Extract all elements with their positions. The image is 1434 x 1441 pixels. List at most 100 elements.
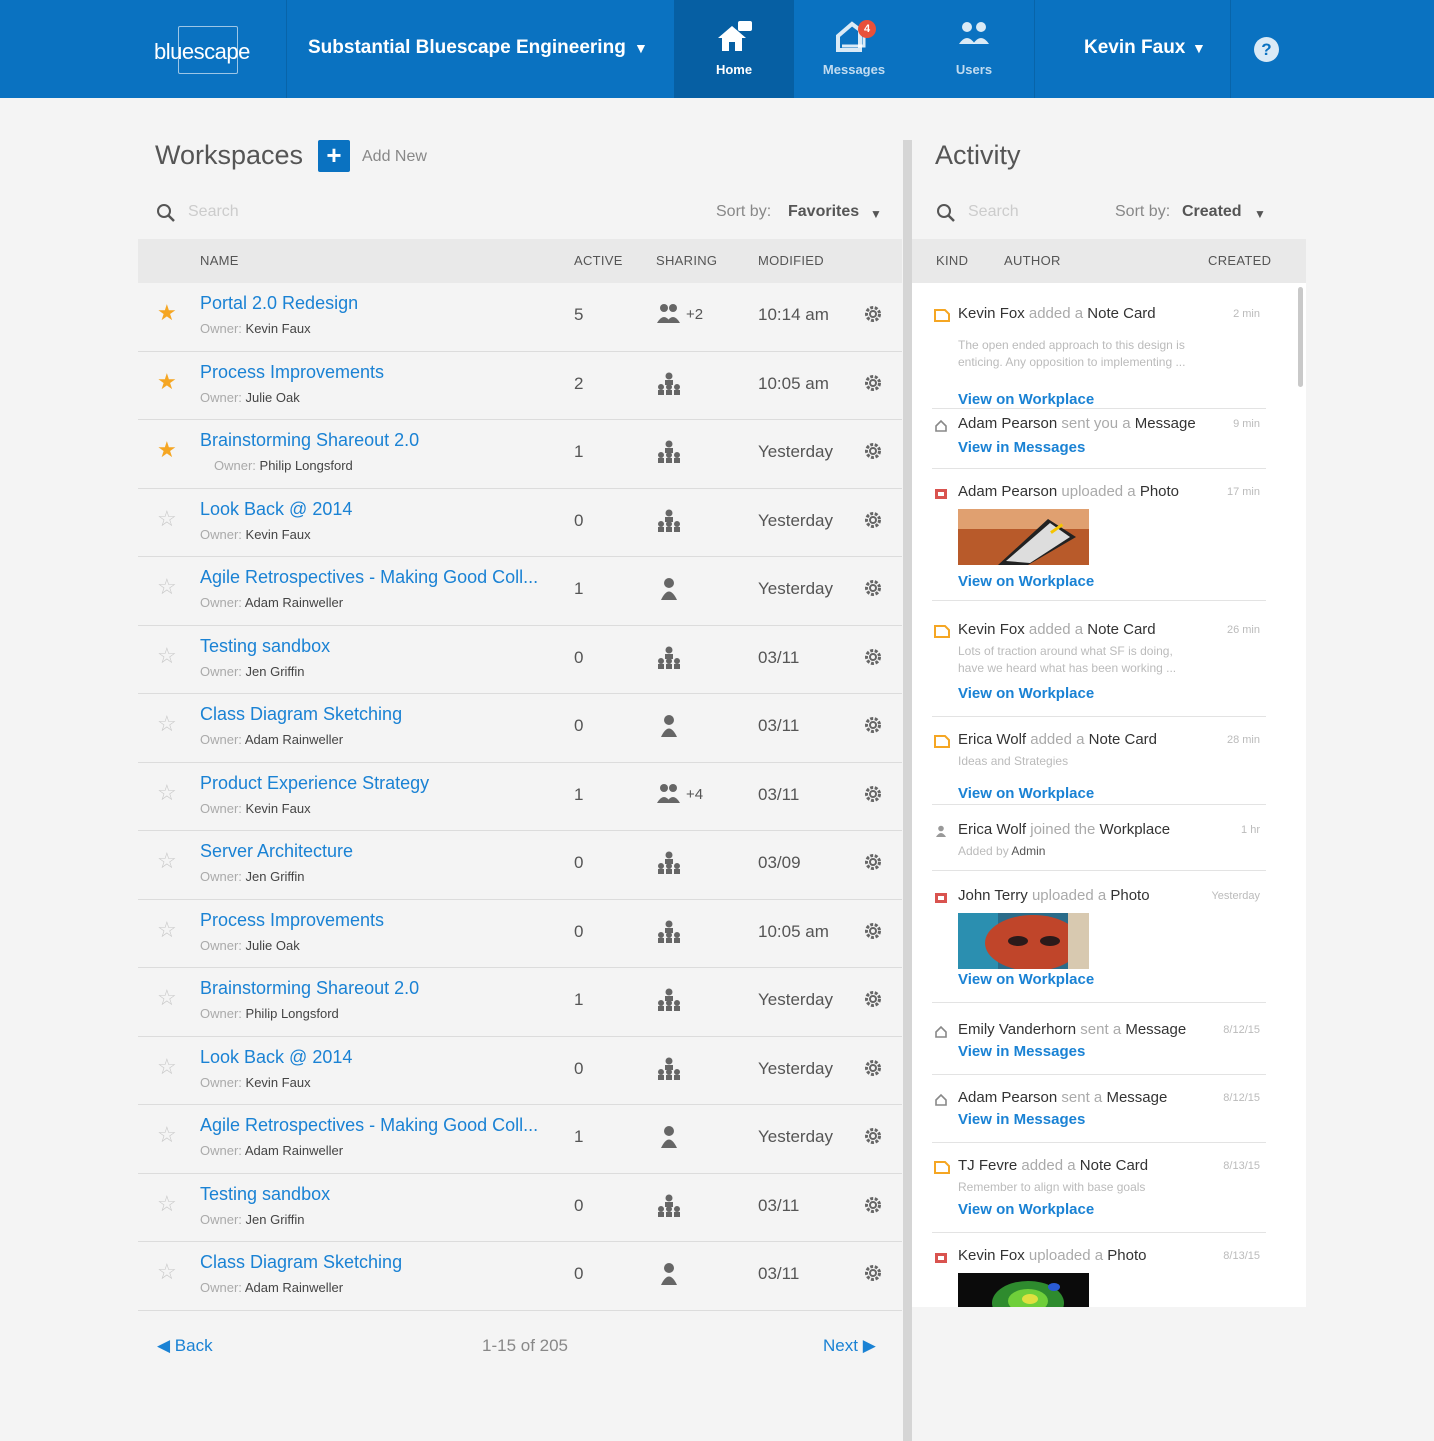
activity-author[interactable]: John Terry — [958, 887, 1028, 904]
workspace-name-link[interactable]: Product Experience Strategy — [200, 773, 429, 794]
workspace-row[interactable]: ☆ Class Diagram Sketching Owner: Adam Rain… — [138, 694, 902, 763]
column-modified[interactable]: MODIFIED — [758, 253, 824, 268]
column-created[interactable]: CREATED — [1208, 253, 1271, 268]
workspace-row[interactable]: ★ Brainstorming Shareout 2.0 Owner: Philip… — [138, 420, 902, 489]
bluescape-logo[interactable]: bluescape — [150, 26, 270, 74]
workspace-row[interactable]: ☆ Product Experience Strategy Owner: Kevin… — [138, 763, 902, 831]
chevron-down-icon[interactable]: ▼ — [1254, 207, 1266, 221]
workspace-name-link[interactable]: Brainstorming Shareout 2.0 — [200, 430, 419, 451]
workspace-name-link[interactable]: Agile Retrospectives - Making Good Coll.… — [200, 1115, 538, 1136]
activity-view-link[interactable]: View in Messages — [958, 1111, 1085, 1128]
sharing-org-icon[interactable] — [656, 851, 726, 875]
activity-author[interactable]: Adam Pearson — [958, 415, 1057, 432]
workspace-row[interactable]: ☆ Class Diagram Sketching Owner: Adam Rain… — [138, 1242, 902, 1311]
column-name[interactable]: NAME — [200, 253, 239, 268]
activity-view-link[interactable]: View on Workplace — [958, 391, 1094, 408]
gear-icon[interactable] — [864, 374, 882, 392]
user-menu[interactable]: Kevin Faux — [1084, 37, 1185, 59]
activity-scrollbar[interactable] — [1298, 287, 1303, 387]
sort-dropdown[interactable]: Favorites — [788, 203, 859, 221]
activity-author[interactable]: Kevin Fox — [958, 305, 1025, 322]
activity-item[interactable]: Emily Vanderhorn sent a Message 8/12/15 Vi… — [932, 1021, 1266, 1075]
gear-icon[interactable] — [864, 1127, 882, 1145]
workspace-name-link[interactable]: Look Back @ 2014 — [200, 1047, 352, 1068]
star-outline-icon[interactable]: ☆ — [157, 575, 177, 599]
workspace-row[interactable]: ☆ Testing sandbox Owner: Jen Griffin 0 03/11 — [138, 1174, 902, 1242]
activity-sort-dropdown[interactable]: Created — [1182, 203, 1242, 221]
workspace-name-link[interactable]: Agile Retrospectives - Making Good Coll.… — [200, 567, 538, 588]
star-filled-icon[interactable]: ★ — [157, 369, 177, 394]
workspace-name-link[interactable]: Server Architecture — [200, 841, 353, 862]
sharing-org-icon[interactable] — [656, 988, 726, 1012]
workspace-row[interactable]: ☆ Agile Retrospectives - Making Good Coll… — [138, 557, 902, 626]
workspace-row[interactable]: ☆ Brainstorming Shareout 2.0 Owner: Philip… — [138, 968, 902, 1037]
activity-item[interactable]: Kevin Fox uploaded a Photo 8/13/15 — [932, 1247, 1266, 1307]
org-selector[interactable]: Substantial Bluescape Engineering — [308, 37, 626, 59]
workspace-name-link[interactable]: Testing sandbox — [200, 636, 330, 657]
star-outline-icon[interactable]: ☆ — [157, 917, 177, 942]
activity-item[interactable]: Erica Wolf joined the Workplace 1 hr Added… — [932, 821, 1266, 871]
pager-next-button[interactable]: Next ▶ — [823, 1336, 876, 1356]
gear-icon[interactable] — [864, 648, 882, 666]
sharing-group-icon[interactable]: +4 — [656, 783, 726, 807]
chevron-down-icon[interactable]: ▼ — [870, 207, 882, 221]
add-new-label[interactable]: Add New — [362, 148, 427, 166]
gear-icon[interactable] — [864, 922, 882, 940]
workspace-row[interactable]: ☆ Process Improvements Owner: Julie Oak 0 10… — [138, 900, 902, 968]
gear-icon[interactable] — [864, 1264, 882, 1282]
star-filled-icon[interactable]: ★ — [157, 301, 177, 325]
column-sharing[interactable]: SHARING — [656, 253, 717, 268]
activity-item[interactable]: John Terry uploaded a Photo Yesterday View… — [932, 887, 1266, 1003]
activity-author[interactable]: Adam Pearson — [958, 1089, 1057, 1106]
star-outline-icon[interactable]: ☆ — [157, 1123, 177, 1147]
tab-users[interactable]: Users — [914, 0, 1034, 98]
workspace-name-link[interactable]: Portal 2.0 Redesign — [200, 293, 358, 314]
workspace-name-link[interactable]: Process Improvements — [200, 910, 384, 931]
gear-icon[interactable] — [864, 716, 882, 734]
activity-view-link[interactable]: View in Messages — [958, 439, 1085, 456]
gear-icon[interactable] — [864, 853, 882, 871]
star-outline-icon[interactable]: ☆ — [157, 506, 177, 531]
sharing-single-icon[interactable] — [656, 714, 726, 738]
activity-search-input[interactable]: Search — [968, 203, 1019, 221]
activity-view-link[interactable]: View on Workplace — [958, 971, 1094, 988]
star-outline-icon[interactable]: ☆ — [157, 1191, 177, 1216]
gear-icon[interactable] — [864, 1196, 882, 1214]
workspace-row[interactable]: ★ Portal 2.0 Redesign Owner: Kevin Faux 5 +2… — [138, 283, 902, 352]
activity-author[interactable]: TJ Fevre — [958, 1157, 1017, 1174]
activity-item[interactable]: Adam Pearson sent you a Message 9 min View… — [932, 415, 1266, 469]
column-kind[interactable]: KIND — [936, 253, 968, 268]
workspace-name-link[interactable]: Brainstorming Shareout 2.0 — [200, 978, 419, 999]
chevron-down-icon[interactable]: ▼ — [1192, 40, 1206, 56]
sharing-org-icon[interactable] — [656, 920, 726, 944]
activity-item[interactable]: Kevin Fox added a Note Card 2 min The open… — [932, 305, 1266, 409]
gear-icon[interactable] — [864, 442, 882, 460]
add-workspace-button[interactable]: + — [318, 140, 350, 172]
workspace-row[interactable]: ★ Process Improvements Owner: Julie Oak 2 10… — [138, 352, 902, 420]
activity-item[interactable]: Adam Pearson uploaded a Photo 17 min View … — [932, 483, 1266, 601]
gear-icon[interactable] — [864, 305, 882, 323]
workspace-name-link[interactable]: Class Diagram Sketching — [200, 1252, 402, 1273]
pager-back-button[interactable]: ◀ Back — [157, 1336, 213, 1356]
gear-icon[interactable] — [864, 990, 882, 1008]
gear-icon[interactable] — [864, 1059, 882, 1077]
activity-item[interactable]: Erica Wolf added a Note Card 28 min Ideas … — [932, 731, 1266, 805]
activity-item[interactable]: Kevin Fox added a Note Card 26 min Lots of… — [932, 621, 1266, 717]
help-icon[interactable]: ? — [1254, 37, 1279, 62]
activity-view-link[interactable]: View on Workplace — [958, 785, 1094, 802]
star-outline-icon[interactable]: ☆ — [157, 643, 177, 668]
activity-view-link[interactable]: View on Workplace — [958, 573, 1094, 590]
workspace-row[interactable]: ☆ Look Back @ 2014 Owner: Kevin Faux 0 Yeste… — [138, 489, 902, 557]
workspace-name-link[interactable]: Look Back @ 2014 — [200, 499, 352, 520]
activity-author[interactable]: Kevin Fox — [958, 621, 1025, 638]
activity-author[interactable]: Emily Vanderhorn — [958, 1021, 1076, 1038]
workspace-name-link[interactable]: Testing sandbox — [200, 1184, 330, 1205]
sharing-org-icon[interactable] — [656, 1057, 726, 1081]
tab-home[interactable]: Home — [674, 0, 794, 98]
star-filled-icon[interactable]: ★ — [157, 438, 177, 462]
activity-view-link[interactable]: View on Workplace — [958, 685, 1094, 702]
column-active[interactable]: ACTIVE — [574, 253, 623, 268]
gear-icon[interactable] — [864, 785, 882, 803]
star-outline-icon[interactable]: ☆ — [157, 1054, 177, 1079]
star-outline-icon[interactable]: ☆ — [157, 849, 177, 873]
